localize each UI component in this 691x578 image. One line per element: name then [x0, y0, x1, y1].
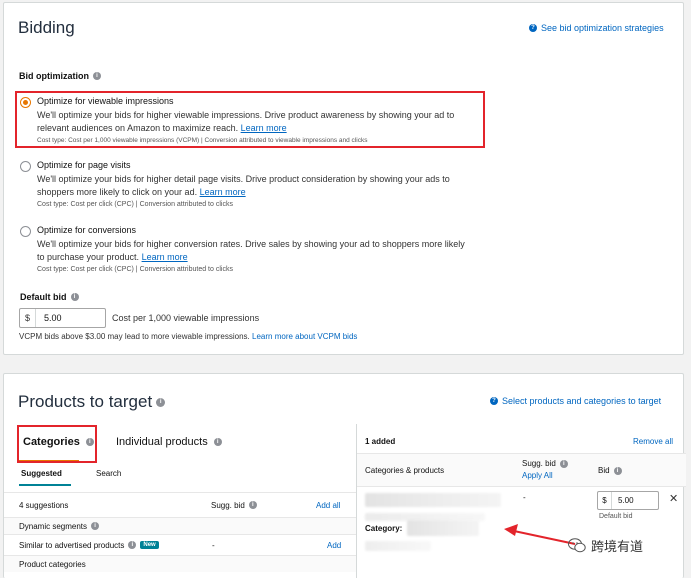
option-description: We'll optimize your bids for higher view…: [37, 110, 455, 133]
target-tabs: Categories i Individual products i: [4, 424, 355, 462]
row-bid-input[interactable]: $ 5.00: [597, 491, 659, 510]
info-icon[interactable]: i: [128, 541, 137, 549]
learn-more-link[interactable]: Learn more: [142, 252, 188, 262]
select-products-link[interactable]: ? Select products and categories to targ…: [490, 396, 661, 406]
info-icon[interactable]: i: [248, 501, 257, 509]
suggestions-panel: Suggested Search 4 suggestions Sugg. bid…: [4, 462, 356, 578]
help-icon: ?: [529, 24, 537, 32]
remove-row-icon[interactable]: ✕: [669, 492, 678, 505]
learn-more-link[interactable]: Learn more: [241, 123, 287, 133]
added-columns: Categories & products Sugg. bid i Apply …: [357, 454, 686, 487]
info-icon[interactable]: i: [213, 438, 222, 446]
info-icon[interactable]: i: [156, 397, 166, 407]
blurred-category-name: [407, 520, 479, 536]
option-description: We'll optimize your bids for higher deta…: [37, 174, 450, 197]
currency-symbol: $: [598, 492, 612, 509]
default-bid-label: Default bid i: [20, 292, 79, 302]
option-conversions[interactable]: Optimize for conversions We'll optimize …: [20, 225, 480, 275]
apply-all-button[interactable]: Apply All: [522, 471, 553, 480]
default-bid-caption: Cost per 1,000 viewable impressions: [112, 313, 260, 323]
info-icon[interactable]: i: [85, 438, 94, 446]
add-all-button[interactable]: Add all: [316, 493, 340, 517]
blurred-text: [365, 541, 431, 551]
cost-type-text: Cost type: Cost per click (CPC) | Conver…: [37, 266, 233, 273]
option-viewable-impressions[interactable]: Optimize for viewable impressions We'll …: [20, 96, 480, 146]
tab-categories[interactable]: Categories i: [23, 436, 94, 448]
products-title: Products to target i: [18, 392, 166, 412]
currency-symbol: $: [20, 309, 36, 327]
bid-strategies-link[interactable]: ? See bid optimization strategies: [529, 23, 664, 33]
subtab-suggested[interactable]: Suggested: [21, 469, 62, 478]
add-button[interactable]: Add: [327, 535, 341, 555]
radio-page-visits[interactable]: [20, 161, 31, 172]
added-header: 1 added Remove all: [357, 424, 686, 454]
radio-viewable-impressions[interactable]: [20, 97, 31, 108]
cost-type-text: Cost type: Cost per 1,000 viewable impre…: [37, 137, 368, 144]
bid-optimization-label: Bid optimization i: [19, 71, 101, 81]
subtab-search[interactable]: Search: [96, 469, 121, 478]
watermark: 跨境有道: [568, 536, 643, 555]
info-icon[interactable]: i: [70, 293, 79, 301]
list-item: Similar to advertised products i New - A…: [4, 534, 356, 555]
default-bid-note: Default bid: [599, 513, 633, 520]
info-icon[interactable]: i: [93, 72, 101, 80]
group-row-product-categories: Product categories: [4, 555, 356, 572]
blurred-product-image: [365, 493, 501, 507]
watermark-text: 跨境有道: [591, 539, 644, 554]
learn-more-link[interactable]: Learn more: [200, 187, 246, 197]
active-subtab-indicator: [19, 484, 71, 486]
vcpm-note: VCPM bids above $3.00 may lead to more v…: [19, 332, 358, 341]
new-badge: New: [140, 541, 159, 549]
row-bid-value[interactable]: 5.00: [612, 496, 634, 505]
vcpm-learn-link[interactable]: Learn more about VCPM bids: [252, 332, 357, 341]
help-icon: ?: [490, 397, 498, 405]
info-icon[interactable]: i: [559, 459, 568, 468]
group-row-dynamic-segments: Dynamic segments i: [4, 517, 356, 534]
category-label: Category:: [365, 524, 403, 533]
option-description: We'll optimize your bids for higher conv…: [37, 239, 465, 262]
default-bid-input[interactable]: $ 5.00: [19, 308, 106, 328]
radio-conversions[interactable]: [20, 226, 31, 237]
info-icon[interactable]: i: [613, 466, 622, 475]
bidding-title: Bidding: [18, 18, 75, 37]
wechat-icon: [568, 538, 586, 553]
info-icon[interactable]: i: [91, 522, 100, 530]
remove-all-button[interactable]: Remove all: [633, 437, 673, 446]
default-bid-value[interactable]: 5.00: [36, 313, 62, 323]
cost-type-text: Cost type: Cost per click (CPC) | Conver…: [37, 201, 233, 208]
bidding-card: Bidding ? See bid optimization strategie…: [3, 2, 684, 355]
suggestions-header: 4 suggestions Sugg. bid i Add all: [4, 492, 356, 517]
tab-individual-products[interactable]: Individual products i: [116, 436, 222, 448]
option-page-visits[interactable]: Optimize for page visits We'll optimize …: [20, 160, 480, 210]
